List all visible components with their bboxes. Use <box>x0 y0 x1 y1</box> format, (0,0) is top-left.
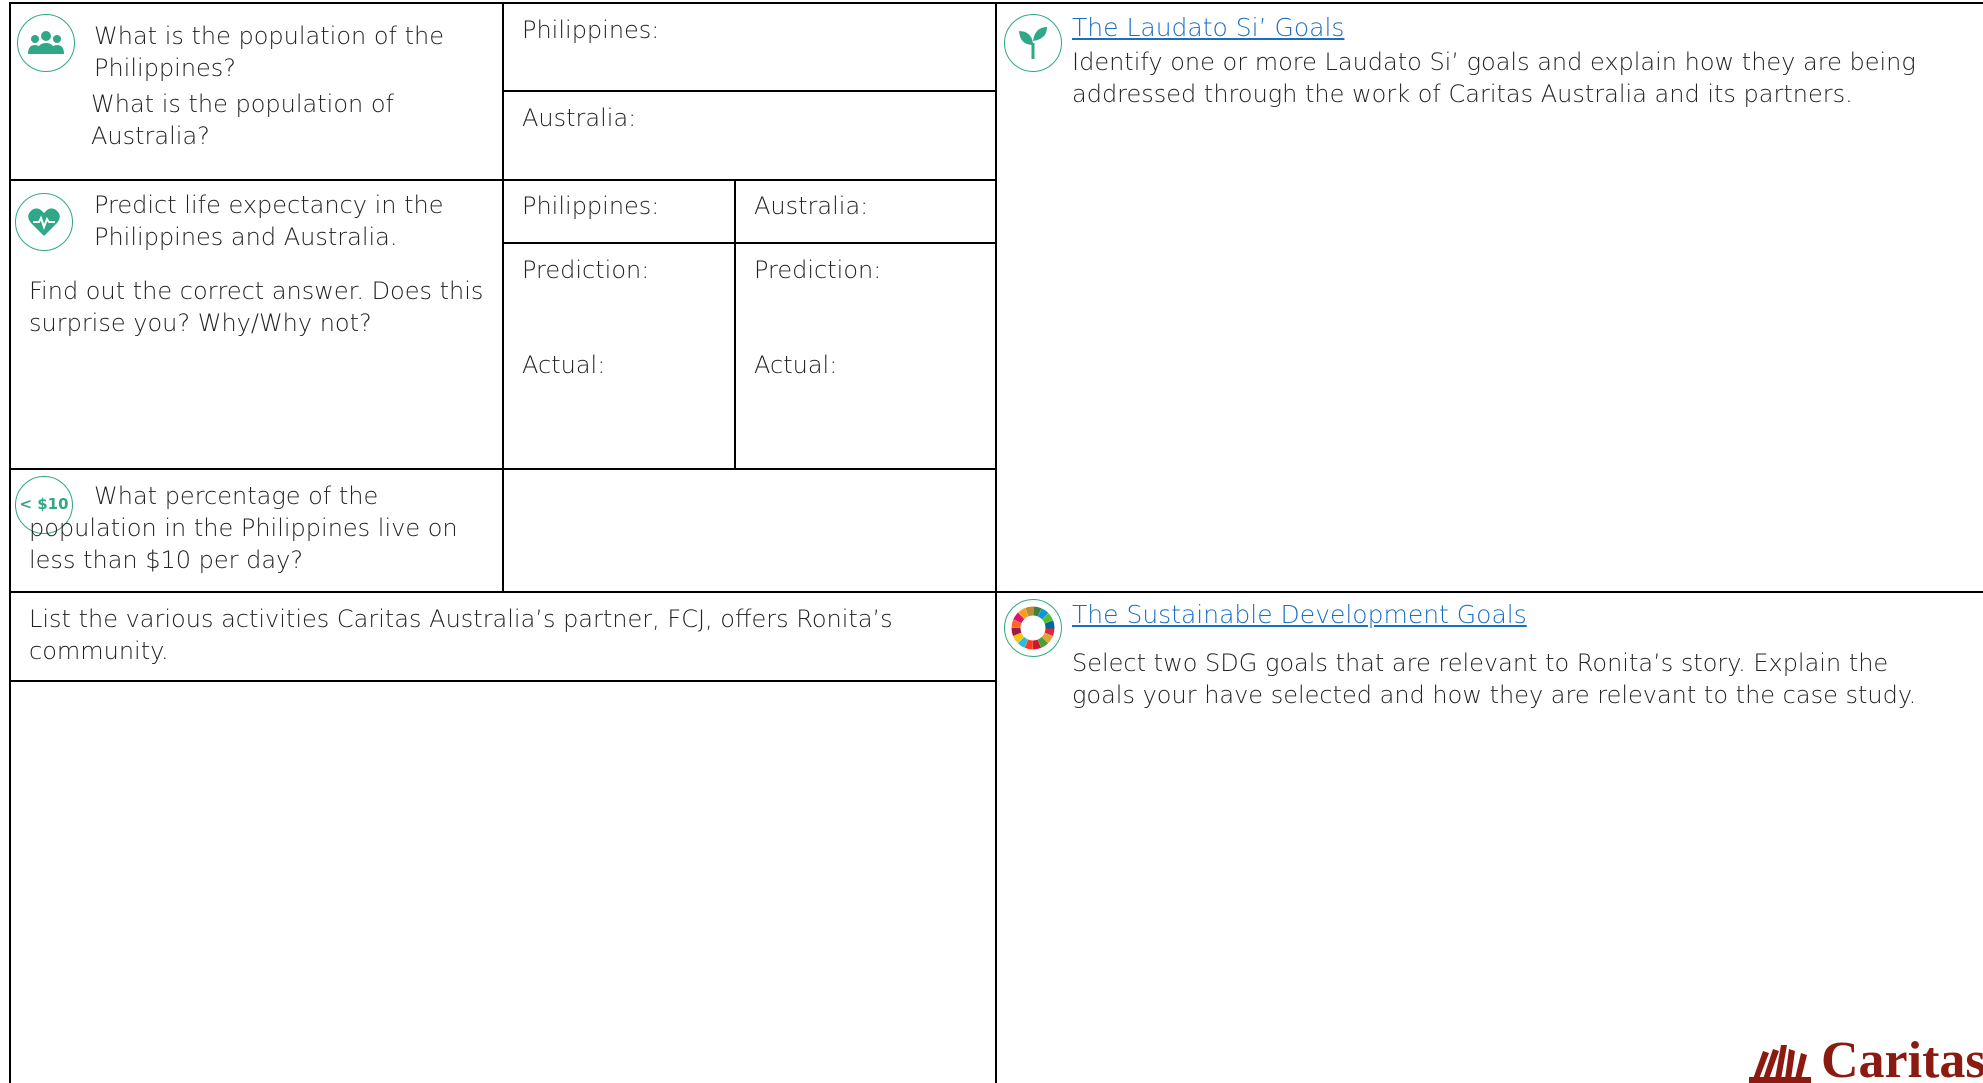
population-philippines-answer[interactable]: Philippines: <box>502 2 997 92</box>
activities-prompt: List the various activities Caritas Aust… <box>29 605 893 665</box>
heart-pulse-icon <box>15 193 73 251</box>
activities-answer[interactable] <box>9 680 997 1083</box>
poverty-question: What percentage of the population in the… <box>29 482 458 574</box>
caritas-logo-text: Caritas <box>1821 1033 1983 1083</box>
life-expectancy-followup: Find out the correct answer. Does this s… <box>29 277 484 337</box>
worksheet-page: What is the population of the Philippine… <box>0 0 1983 1083</box>
population-australia-answer[interactable]: Australia: <box>502 90 997 181</box>
sdg-cell[interactable]: The Sustainable Development Goals Select… <box>995 591 1983 1083</box>
laudato-cell[interactable]: The Laudato Si’ Goals Identify one or mo… <box>995 2 1983 593</box>
life-philippines-answer[interactable]: Prediction: Actual: <box>502 242 736 470</box>
poverty-question-cell: < $10 What percentage of the population … <box>9 468 504 593</box>
population-question-australia: What is the population of Australia? <box>91 90 394 150</box>
life-australia-actual-label: Actual: <box>754 351 838 379</box>
caritas-logo: Caritas <box>1743 1033 1983 1083</box>
population-australia-label: Australia: <box>522 104 637 132</box>
laudato-instructions: Identify one or more Laudato Si’ goals a… <box>1072 48 1916 108</box>
poverty-answer[interactable] <box>502 468 997 593</box>
sdg-goals-link[interactable]: The Sustainable Development Goals <box>1072 599 1527 632</box>
life-australia-prediction-label: Prediction: <box>754 256 882 284</box>
caritas-emblem-icon <box>1749 1045 1811 1083</box>
life-australia-answer[interactable]: Prediction: Actual: <box>734 242 997 470</box>
life-philippines-prediction-label: Prediction: <box>522 256 650 284</box>
life-expectancy-question-cell: Predict life expectancy in the Philippin… <box>9 179 504 470</box>
life-australia-label: Australia: <box>754 192 869 220</box>
activities-prompt-cell: List the various activities Caritas Aust… <box>9 591 997 682</box>
sdg-wheel-icon <box>1004 599 1062 657</box>
sdg-instructions: Select two SDG goals that are relevant t… <box>1072 649 1917 709</box>
seedling-icon <box>1004 14 1062 72</box>
people-icon <box>17 14 75 72</box>
laudato-goals-link[interactable]: The Laudato Si’ Goals <box>1072 12 1344 45</box>
life-philippines-header: Philippines: <box>502 179 736 244</box>
population-question-philippines: What is the population of the Philippine… <box>94 22 444 82</box>
life-expectancy-question: Predict life expectancy in the Philippin… <box>94 191 444 251</box>
population-question-cell: What is the population of the Philippine… <box>9 2 504 181</box>
life-philippines-actual-label: Actual: <box>522 351 606 379</box>
life-australia-header: Australia: <box>734 179 997 244</box>
life-philippines-label: Philippines: <box>522 192 660 220</box>
population-philippines-label: Philippines: <box>522 16 660 44</box>
